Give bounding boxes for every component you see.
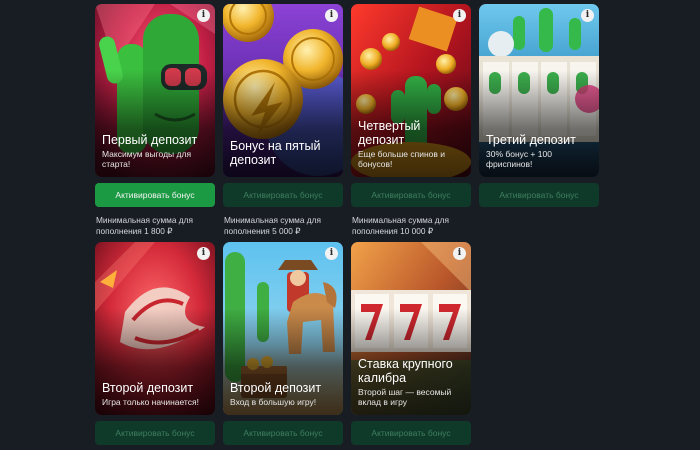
card-title: Второй депозит <box>230 381 322 395</box>
card-title: Второй депозит <box>102 381 194 395</box>
bonus-card-big-caliber-bet[interactable]: i Ставка крупного калибра Второй шаг — в… <box>351 242 471 415</box>
bonus-card-first-deposit[interactable]: i Первый депозит Максимум выгоды для ста… <box>95 4 215 177</box>
activate-bonus-button[interactable]: Активировать бонус <box>223 183 343 207</box>
bonus-card-third-deposit[interactable]: i Третий депозит 30% бонус + 100 фриспин… <box>479 4 599 177</box>
card-title: Бонус на пятый депозит <box>230 139 321 167</box>
info-icon[interactable]: i <box>197 247 210 260</box>
info-icon[interactable]: i <box>325 9 338 22</box>
activate-bonus-button[interactable]: Активировать бонус <box>479 183 599 207</box>
min-deposit-note: Минимальная сумма для пополнения 10 000 … <box>352 215 449 236</box>
card-subtitle: Максимум выгоды для старта! <box>102 149 192 169</box>
info-icon[interactable]: i <box>325 247 338 260</box>
card-text: Четвертый депозит Еще больше спинов и бо… <box>358 119 465 169</box>
info-icon[interactable]: i <box>453 9 466 22</box>
card-subtitle: Еще больше спинов и бонусов! <box>358 149 446 169</box>
card-text: Первый депозит Максимум выгоды для старт… <box>102 133 209 169</box>
bonus-card-second-deposit[interactable]: i Второй депозит Игра только начинается! <box>95 242 215 415</box>
card-text: Третий депозит 30% бонус + 100 фриспинов… <box>486 133 593 169</box>
info-icon[interactable]: i <box>453 247 466 260</box>
card-title: Ставка крупного калибра <box>358 357 453 385</box>
bonus-card-fourth-deposit[interactable]: i Четвертый депозит Еще больше спинов и … <box>351 4 471 177</box>
card-text: Ставка крупного калибра Второй шаг — вес… <box>358 357 465 407</box>
info-icon[interactable]: i <box>197 9 210 22</box>
card-title: Третий депозит <box>486 133 576 147</box>
card-subtitle: Вход в большую игру! <box>230 397 317 407</box>
card-subtitle: Игра только начинается! <box>102 397 199 407</box>
bonus-card-second-deposit-cowboy[interactable]: i Второй депозит Вход в большую игру! <box>223 242 343 415</box>
activate-bonus-button[interactable]: Активировать бонус <box>351 183 471 207</box>
activate-bonus-button[interactable]: Активировать бонус <box>223 421 343 445</box>
info-icon[interactable]: i <box>581 9 594 22</box>
card-subtitle: 30% бонус + 100 фриспинов! <box>486 149 552 169</box>
min-deposit-note: Минимальная сумма для пополнения 5 000 ₽ <box>224 215 321 236</box>
min-deposit-note: Минимальная сумма для пополнения 1 800 ₽ <box>96 215 193 236</box>
card-subtitle: Второй шаг — весомый вклад в игру <box>358 387 452 407</box>
card-text: Второй депозит Игра только начинается! <box>102 381 209 407</box>
card-title: Первый депозит <box>102 133 198 147</box>
bonus-card-fifth-deposit[interactable]: i Бонус на пятый депозит <box>223 4 343 177</box>
activate-bonus-button[interactable]: Активировать бонус <box>95 183 215 207</box>
card-text: Бонус на пятый депозит <box>230 139 337 169</box>
activate-bonus-button[interactable]: Активировать бонус <box>95 421 215 445</box>
card-text: Второй депозит Вход в большую игру! <box>230 381 337 407</box>
card-title: Четвертый депозит <box>358 119 421 147</box>
activate-bonus-button[interactable]: Активировать бонус <box>351 421 471 445</box>
